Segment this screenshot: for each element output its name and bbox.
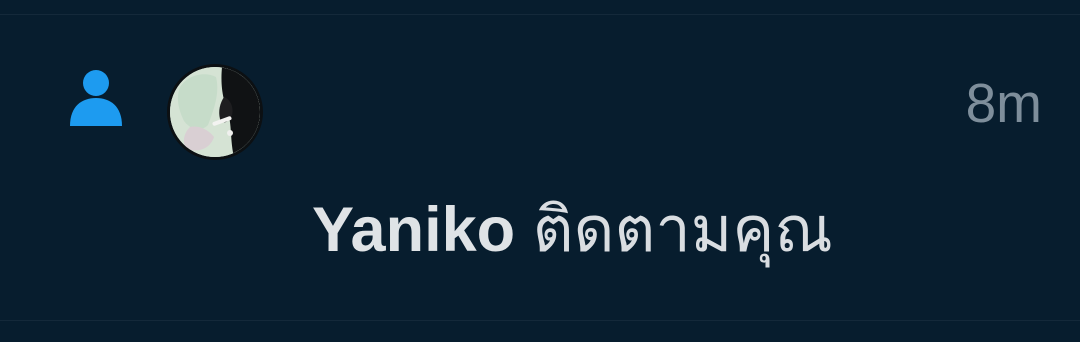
divider-bottom <box>0 320 1080 321</box>
person-icon <box>68 68 124 128</box>
follow-notification[interactable]: 8m Yaniko ติดตามคุณ <box>0 15 1080 320</box>
user-name-link[interactable]: Yaniko <box>312 195 515 265</box>
action-text: ติดตามคุณ <box>532 193 833 266</box>
user-avatar[interactable] <box>167 64 263 160</box>
notification-text: Yaniko ติดตามคุณ <box>312 193 833 266</box>
timestamp: 8m <box>965 72 1042 134</box>
